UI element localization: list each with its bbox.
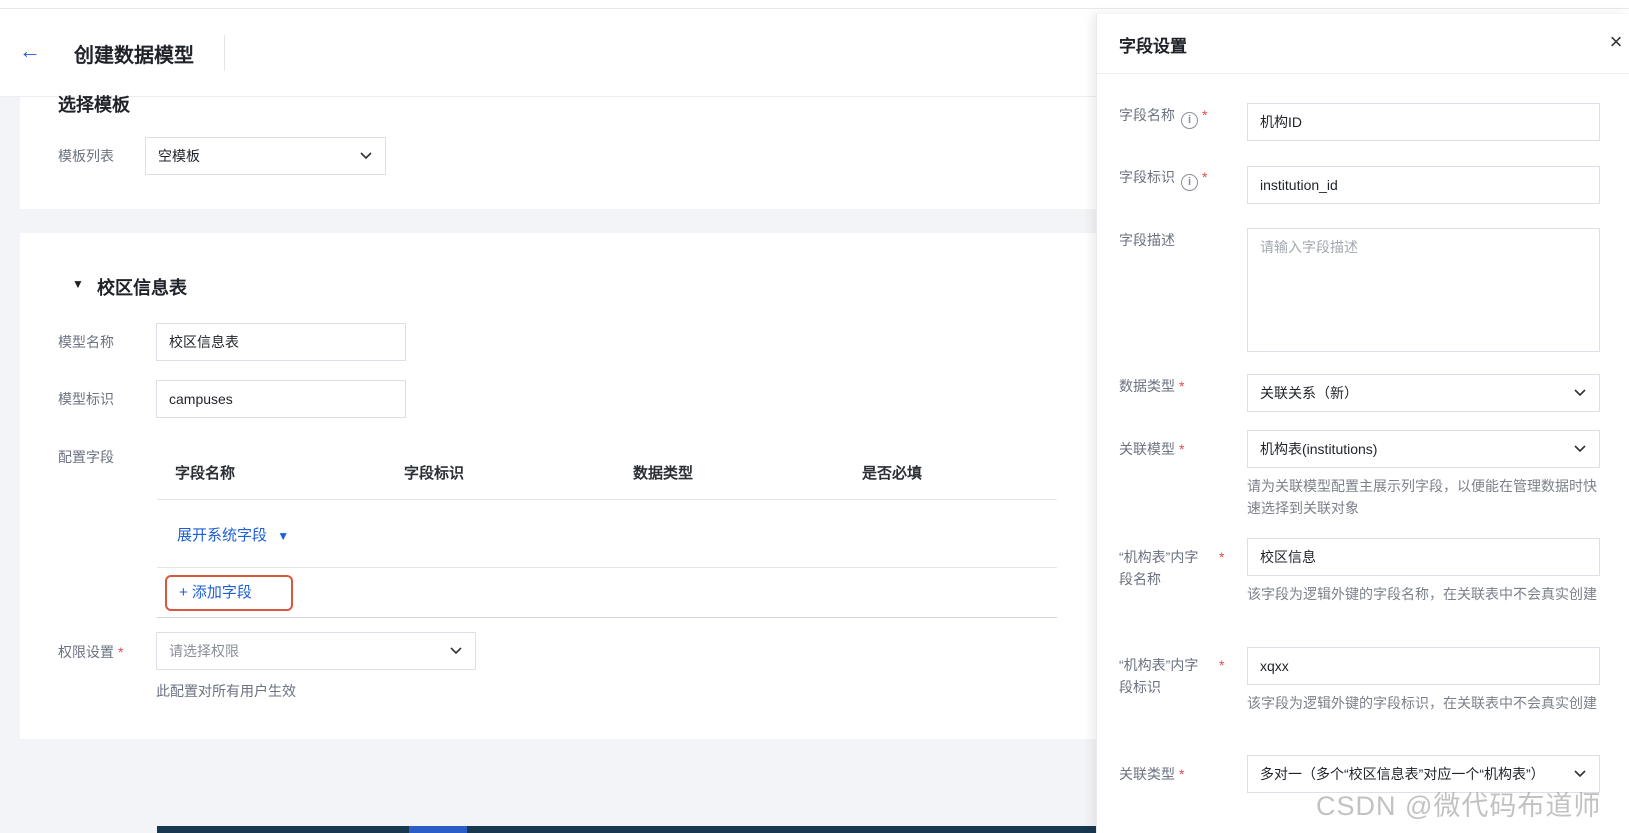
rel-type-label: 关联类型 * xyxy=(1119,763,1219,785)
permission-help: 此配置对所有用户生效 xyxy=(156,683,296,699)
expand-system-fields-link[interactable]: 展开系统字段 ▼ xyxy=(177,524,289,545)
required-mark: * xyxy=(1219,657,1225,673)
drawer-title: 字段设置 xyxy=(1119,37,1187,56)
template-section-title: 选择模板 xyxy=(58,95,130,115)
model-key-value: campuses xyxy=(169,391,233,407)
rel-type-label-text: 关联类型 xyxy=(1119,766,1175,782)
caret-down-icon: ▼ xyxy=(277,529,290,543)
inner-key-input[interactable]: xqxx xyxy=(1247,647,1600,685)
page-title: 创建数据模型 xyxy=(74,45,194,67)
expand-link-text: 展开系统字段 xyxy=(177,527,268,544)
required-mark: * xyxy=(1219,549,1225,565)
add-field-row: + 添加字段 xyxy=(157,568,1057,618)
top-line xyxy=(0,0,1629,9)
chevron-down-icon xyxy=(1574,445,1586,453)
inner-key-value: xqxx xyxy=(1260,658,1289,674)
inner-key-help: 该字段为逻辑外键的字段标识，在关联表中不会真实创建 xyxy=(1247,695,1597,711)
add-field-button[interactable]: + 添加字段 xyxy=(165,575,293,611)
chevron-down-icon xyxy=(360,152,372,160)
field-name-input[interactable]: 机构ID xyxy=(1247,103,1600,141)
chevron-down-icon xyxy=(450,647,462,655)
data-type-label: 数据类型 * xyxy=(1119,375,1219,397)
rel-model-label: 关联模型 * xyxy=(1119,438,1219,460)
template-select[interactable]: 空模板 xyxy=(145,137,386,175)
bottom-bar-highlight xyxy=(409,826,467,833)
title-divider xyxy=(224,35,225,71)
permission-label-text: 权限设置 xyxy=(58,644,114,660)
required-mark: * xyxy=(118,644,124,660)
rel-type-select[interactable]: 多对一（多个“校区信息表”对应一个“机构表”） xyxy=(1247,755,1600,793)
collapse-triangle-icon[interactable]: ▼ xyxy=(72,277,84,291)
column-header: 是否必填 xyxy=(862,465,923,482)
required-mark: * xyxy=(1179,378,1185,394)
inner-name-label: “机构表”内字段名称 * xyxy=(1119,546,1224,590)
back-arrow-icon[interactable]: ← xyxy=(16,37,44,65)
required-mark: * xyxy=(1202,169,1208,185)
data-type-value: 关联关系（新） xyxy=(1260,385,1358,401)
field-name-value: 机构ID xyxy=(1260,114,1302,130)
model-name-value: 校区信息表 xyxy=(169,334,239,350)
model-name-label: 模型名称 xyxy=(58,334,114,350)
field-key-label: 字段标识 i * xyxy=(1119,166,1239,191)
field-settings-drawer: 字段设置 × 字段名称 i * 机构ID 字段标识 i * institution_id… xyxy=(1096,14,1629,833)
close-icon[interactable]: × xyxy=(1604,30,1628,54)
system-fields-row: 展开系统字段 ▼ xyxy=(157,500,1057,568)
required-mark: * xyxy=(1202,107,1208,123)
inner-name-label-text: “机构表”内字段名称 xyxy=(1119,549,1199,587)
column-header: 数据类型 xyxy=(633,465,694,482)
inner-name-input[interactable]: 校区信息 xyxy=(1247,538,1600,576)
inner-key-label: “机构表”内字段标识 * xyxy=(1119,654,1224,698)
model-name-input[interactable]: 校区信息表 xyxy=(156,323,406,361)
inner-name-value: 校区信息 xyxy=(1260,549,1316,565)
field-name-label-text: 字段名称 xyxy=(1119,107,1175,123)
rel-model-label-text: 关联模型 xyxy=(1119,441,1175,457)
drawer-header: 字段设置 × xyxy=(1097,14,1629,74)
model-section-title: 校区信息表 xyxy=(97,278,187,298)
rel-model-help: 请为关联模型配置主展示列字段，以便能在管理数据时快速选择到关联对象 xyxy=(1247,478,1597,516)
field-key-label-text: 字段标识 xyxy=(1119,169,1175,185)
field-key-input[interactable]: institution_id xyxy=(1247,166,1600,204)
data-type-label-text: 数据类型 xyxy=(1119,378,1175,394)
column-header: 字段标识 xyxy=(404,465,465,482)
info-icon[interactable]: i xyxy=(1181,174,1198,191)
inner-name-help: 该字段为逻辑外键的字段名称，在关联表中不会真实创建 xyxy=(1247,586,1597,602)
chevron-down-icon xyxy=(1574,770,1586,778)
rel-type-value: 多对一（多个“校区信息表”对应一个“机构表”） xyxy=(1260,766,1545,782)
permission-label: 权限设置 * xyxy=(58,642,123,662)
permission-placeholder: 请选择权限 xyxy=(169,643,239,659)
data-type-select[interactable]: 关联关系（新） xyxy=(1247,374,1600,412)
template-select-value: 空模板 xyxy=(158,148,200,164)
permission-select[interactable]: 请选择权限 xyxy=(156,632,476,670)
field-desc-textarea[interactable]: 请输入字段描述 xyxy=(1247,228,1600,352)
inner-key-label-text: “机构表”内字段标识 xyxy=(1119,657,1199,695)
info-icon[interactable]: i xyxy=(1181,112,1198,129)
field-key-value: institution_id xyxy=(1260,177,1338,193)
model-key-input[interactable]: campuses xyxy=(156,380,406,418)
required-mark: * xyxy=(1179,441,1185,457)
fields-label: 配置字段 xyxy=(58,449,114,465)
required-mark: * xyxy=(1179,766,1185,782)
field-name-label: 字段名称 i * xyxy=(1119,104,1239,129)
rel-model-value: 机构表(institutions) xyxy=(1260,441,1378,457)
model-key-label: 模型标识 xyxy=(58,391,114,407)
fields-table-header: 字段名称 字段标识 数据类型 是否必填 xyxy=(157,444,1057,500)
template-list-label: 模板列表 xyxy=(58,148,114,164)
rel-model-select[interactable]: 机构表(institutions) xyxy=(1247,430,1600,468)
field-desc-label: 字段描述 xyxy=(1119,232,1175,248)
chevron-down-icon xyxy=(1574,389,1586,397)
bottom-bar xyxy=(157,826,1097,833)
column-header: 字段名称 xyxy=(175,465,236,482)
field-desc-placeholder: 请输入字段描述 xyxy=(1260,239,1358,255)
